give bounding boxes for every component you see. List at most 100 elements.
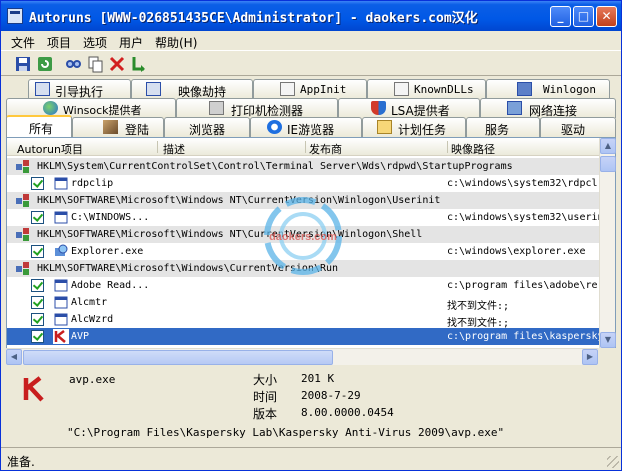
col-autorun-entry[interactable]: Autorun项目: [17, 141, 83, 157]
registry-icon: [16, 194, 29, 207]
tab-internet-explorer[interactable]: IE游览器: [250, 117, 362, 137]
ie-icon: [267, 120, 282, 134]
kaspersky-icon: [53, 329, 69, 344]
dll-icon: [394, 82, 409, 96]
tab-services[interactable]: 服务: [466, 117, 540, 137]
entry-row[interactable]: Alcmtr 找不到文件:;: [7, 294, 599, 311]
detail-time-value: 2008-7-29: [301, 389, 361, 402]
logon-icon: [103, 120, 118, 134]
close-button[interactable]: ✕: [596, 6, 617, 27]
column-divider[interactable]: [305, 141, 306, 153]
menu-help[interactable]: 帮助(H): [155, 34, 197, 51]
entry-row[interactable]: AlcWzrd 找不到文件:;: [7, 311, 599, 328]
detail-version-value: 8.00.0000.0454: [301, 406, 394, 419]
tab-drivers[interactable]: 驱动: [540, 117, 616, 137]
window-icon: [146, 82, 161, 96]
title-bar[interactable]: Autoruns [WWW-026851435CE\Administrator]…: [1, 1, 621, 31]
tab-everything[interactable]: 所有: [6, 115, 72, 137]
scroll-down-button[interactable]: ▼: [600, 332, 616, 348]
delete-icon[interactable]: [108, 55, 126, 73]
minimize-button[interactable]: _: [550, 6, 571, 27]
detail-path: "C:\Program Files\Kaspersky Lab\Kaspersk…: [67, 426, 505, 439]
enable-checkbox[interactable]: [31, 330, 44, 343]
entry-row[interactable]: rdpclip c:\windows\system32\rdpcl: [7, 175, 599, 192]
kaspersky-large-icon: [23, 376, 44, 402]
scroll-thumb[interactable]: [600, 156, 616, 172]
scroll-up-button[interactable]: ▲: [600, 138, 616, 154]
detail-size-value: 201 K: [301, 372, 335, 385]
enable-checkbox[interactable]: [31, 245, 44, 258]
registry-key-row[interactable]: HKLM\System\CurrentControlSet\Control\Te…: [7, 158, 599, 175]
tab-logon[interactable]: 登陆: [72, 117, 164, 137]
dll-icon: [280, 82, 295, 96]
resize-grip[interactable]: [607, 456, 619, 468]
column-divider[interactable]: [157, 141, 158, 153]
window-icon: [54, 177, 68, 190]
refresh-icon[interactable]: [36, 55, 54, 73]
menu-bar: 文件 项目 选项 用户 帮助(H): [1, 31, 621, 51]
tab-winlogon[interactable]: Winlogon: [486, 79, 610, 99]
tab-explorer[interactable]: 浏览器: [164, 117, 250, 137]
tab-appinit[interactable]: AppInit: [253, 79, 367, 99]
col-publisher[interactable]: 发布商: [309, 141, 342, 157]
window-icon: [54, 211, 68, 224]
computer-icon: [517, 82, 532, 96]
window-icon: [54, 296, 68, 309]
window-icon: [35, 82, 50, 96]
entry-row-selected[interactable]: AVP c:\program files\kaspersky: [7, 328, 599, 345]
save-icon[interactable]: [14, 55, 32, 73]
app-icon: [7, 8, 23, 24]
enable-checkbox[interactable]: [31, 313, 44, 326]
tab-boot-execute[interactable]: 引导执行: [28, 79, 131, 99]
column-header: Autorun项目 描述 发布商 映像路径: [7, 138, 599, 156]
autoruns-window: Autoruns [WWW-026851435CE\Administrator]…: [0, 0, 622, 471]
network-icon: [507, 101, 522, 115]
enable-checkbox[interactable]: [31, 296, 44, 309]
tab-print-monitors[interactable]: 打印机检测器: [176, 98, 338, 118]
horizontal-scroll-thumb[interactable]: [23, 350, 333, 365]
enable-checkbox[interactable]: [31, 211, 44, 224]
window-icon: [54, 279, 68, 292]
vertical-scrollbar[interactable]: ▲ ▼: [599, 138, 616, 348]
tab-lsa-providers[interactable]: LSA提供者: [338, 98, 480, 118]
status-text: 准备.: [7, 455, 35, 469]
watermark-text: daokers.com: [269, 231, 337, 243]
menu-options[interactable]: 选项: [83, 34, 107, 51]
tab-scheduled-tasks[interactable]: 计划任务: [362, 117, 466, 137]
find-icon[interactable]: [64, 55, 82, 73]
printer-icon: [209, 101, 224, 115]
tab-image-hijacks[interactable]: 映像劫持: [131, 79, 253, 99]
menu-file[interactable]: 文件: [11, 34, 35, 51]
jump-icon[interactable]: [130, 55, 148, 73]
col-description[interactable]: 描述: [163, 141, 185, 157]
explorer-icon: [55, 244, 68, 256]
tab-network-providers[interactable]: 网络连接: [480, 98, 616, 118]
window-title: Autoruns [WWW-026851435CE\Administrator]…: [29, 11, 478, 26]
enable-checkbox[interactable]: [31, 177, 44, 190]
menu-user[interactable]: 用户: [119, 34, 143, 51]
registry-icon: [16, 262, 29, 275]
menu-item[interactable]: 项目: [47, 34, 71, 51]
enable-checkbox[interactable]: [31, 279, 44, 292]
maximize-button[interactable]: □: [573, 6, 594, 27]
detail-size-label: 大小: [253, 373, 278, 387]
registry-icon: [16, 160, 29, 173]
globe-icon: [43, 101, 58, 115]
detail-filename: avp.exe: [69, 373, 116, 386]
tab-knowndlls[interactable]: KnownDLLs: [367, 79, 486, 99]
detail-time-label: 时间: [253, 390, 278, 404]
column-divider[interactable]: [447, 141, 448, 153]
detail-version-label: 版本: [253, 407, 278, 421]
details-pane: avp.exe 大小 201 K 时间 2008-7-29 版本 8.00.00…: [1, 367, 621, 445]
window-icon: [54, 313, 68, 326]
scroll-right-button[interactable]: ▶: [582, 349, 598, 365]
watermark-logo: daokers.com: [264, 197, 342, 275]
calendar-icon: [377, 120, 392, 134]
scroll-corner: [598, 348, 616, 365]
registry-icon: [16, 228, 29, 241]
col-image-path[interactable]: 映像路径: [451, 141, 495, 157]
status-bar: 准备.: [1, 447, 621, 470]
scroll-left-button[interactable]: ◀: [6, 349, 22, 365]
horizontal-scrollbar[interactable]: ◀ ▶: [6, 348, 598, 365]
copy-icon[interactable]: [86, 55, 104, 73]
